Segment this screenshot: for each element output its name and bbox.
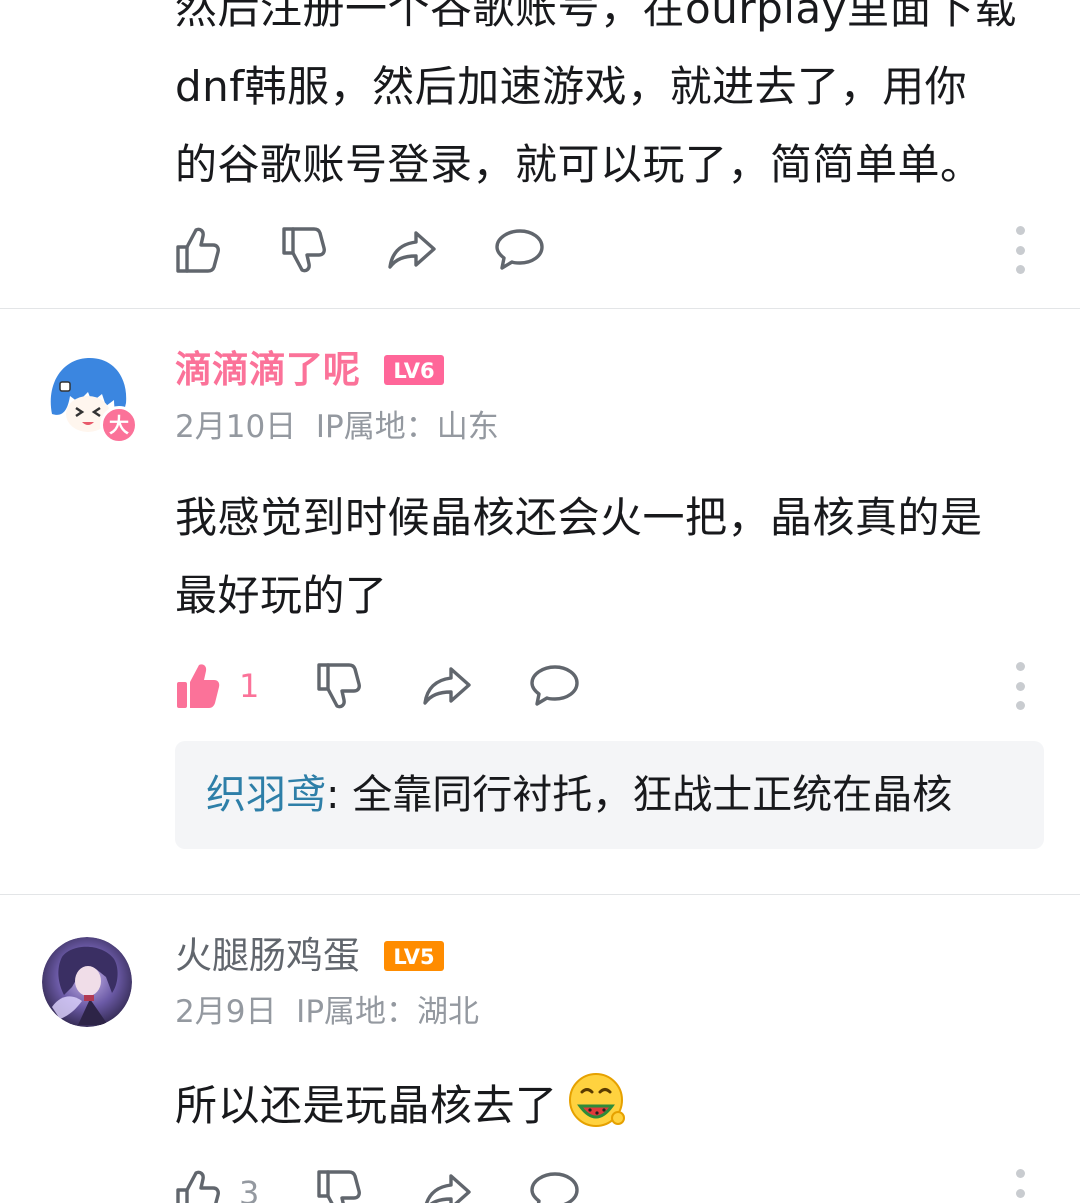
reply-text: 全靠同行衬托，狂战士正统在晶核 [352,772,953,818]
reply-item: 织羽鸢: 全靠同行衬托，狂战士正统在晶核 [206,769,952,821]
avatar[interactable]: 大 [42,354,138,445]
share-button[interactable] [422,656,472,716]
svg-text:LV5: LV5 [393,945,434,969]
more-options-button[interactable] [1008,1169,1032,1203]
comment-actions: 1 [175,656,1080,716]
watermelon-eating-face-emoji [568,1073,625,1127]
comment-bubble-icon [530,1172,579,1203]
more-options-button[interactable] [1008,226,1032,274]
share-button[interactable] [422,1163,472,1203]
like-button[interactable]: 3 [175,1163,259,1203]
share-button[interactable] [387,220,437,280]
comment-item: 然后注册一个谷歌账号，在ourplay里面下载 dnf韩服，然后加速游戏，就进去了… [0,0,1080,308]
thumb-down-icon [317,663,361,709]
level-badge-lv5: LV5 [384,941,444,971]
dislike-button[interactable] [281,220,327,280]
more-options-button[interactable] [1008,662,1032,710]
comment-line: dnf韩服，然后加速游戏，就进去了，用你 [175,62,968,111]
thumb-down-icon [317,1170,361,1203]
thumb-up-filled-icon [177,664,220,708]
comment-meta: 2月10日 IP属地：山东 [175,407,499,447]
comment-text: 所以还是玩晶核去了 [175,1067,1045,1145]
comment-meta: 2月9日 IP属地：湖北 [175,992,479,1032]
reply-button[interactable] [495,220,545,280]
avatar[interactable] [42,937,132,1027]
ip-location: IP属地：山东 [315,409,499,445]
like-button[interactable] [175,220,221,280]
like-count: 1 [239,667,260,705]
avatar-image [42,937,132,1027]
reply-button[interactable] [530,656,580,716]
reply-separator: : [326,772,353,818]
comment-bubble-icon [495,229,544,270]
comment-date: 2月10日 [175,409,297,445]
comment-item: 火腿肠鸡蛋 LV5 2月9日 IP属地：湖北 所以还是玩晶核去了 3 [0,895,1080,1203]
comment-line: 最好玩的了 [175,571,388,620]
comment-line: 然后注册一个谷歌账号，在ourplay里面下载 [175,0,1018,33]
thumb-up-icon [176,1170,220,1203]
dislike-button[interactable] [316,656,362,716]
comment-line: 所以还是玩晶核去了 [175,1081,558,1130]
comment-list: 然后注册一个谷歌账号，在ourplay里面下载 dnf韩服，然后加速游戏，就进去了… [0,0,1080,1203]
ip-location: IP属地：湖北 [296,994,480,1030]
reply-preview-box[interactable]: 织羽鸢: 全靠同行衬托，狂战士正统在晶核 [175,741,1044,849]
username[interactable]: 火腿肠鸡蛋 [175,931,360,981]
like-count: 3 [239,1174,260,1203]
comment-bubble-icon [530,665,579,706]
level-badge-lv6: LV6 [384,355,444,385]
thumb-down-icon [282,227,326,273]
comment-item: 大 滴滴滴了呢 LV6 2月10日 IP属地：山东 我感觉到时候晶核还会火一把，… [0,309,1080,894]
share-arrow-icon [423,667,471,705]
comment-text: 然后注册一个谷歌账号，在ourplay里面下载 dnf韩服，然后加速游戏，就进去了… [175,0,1045,204]
reply-author[interactable]: 织羽鸢 [206,772,326,818]
svg-text:LV6: LV6 [393,359,434,383]
thumb-up-icon [176,227,220,273]
share-arrow-icon [424,1174,471,1203]
comment-actions: 3 [175,1163,1080,1203]
comment-date: 2月9日 [175,994,277,1030]
like-button[interactable]: 1 [175,656,259,716]
username[interactable]: 滴滴滴了呢 [175,345,360,395]
vip-badge: 大 [100,406,138,444]
reply-button[interactable] [530,1163,580,1203]
comment-actions [175,220,1080,280]
dislike-button[interactable] [316,1163,362,1203]
comment-line: 的谷歌账号登录，就可以玩了，简简单单。 [175,140,983,189]
share-arrow-icon [388,231,436,269]
comment-text: 我感觉到时候晶核还会火一把，晶核真的是 最好玩的了 [175,479,1045,635]
comment-line: 我感觉到时候晶核还会火一把，晶核真的是 [175,493,983,542]
